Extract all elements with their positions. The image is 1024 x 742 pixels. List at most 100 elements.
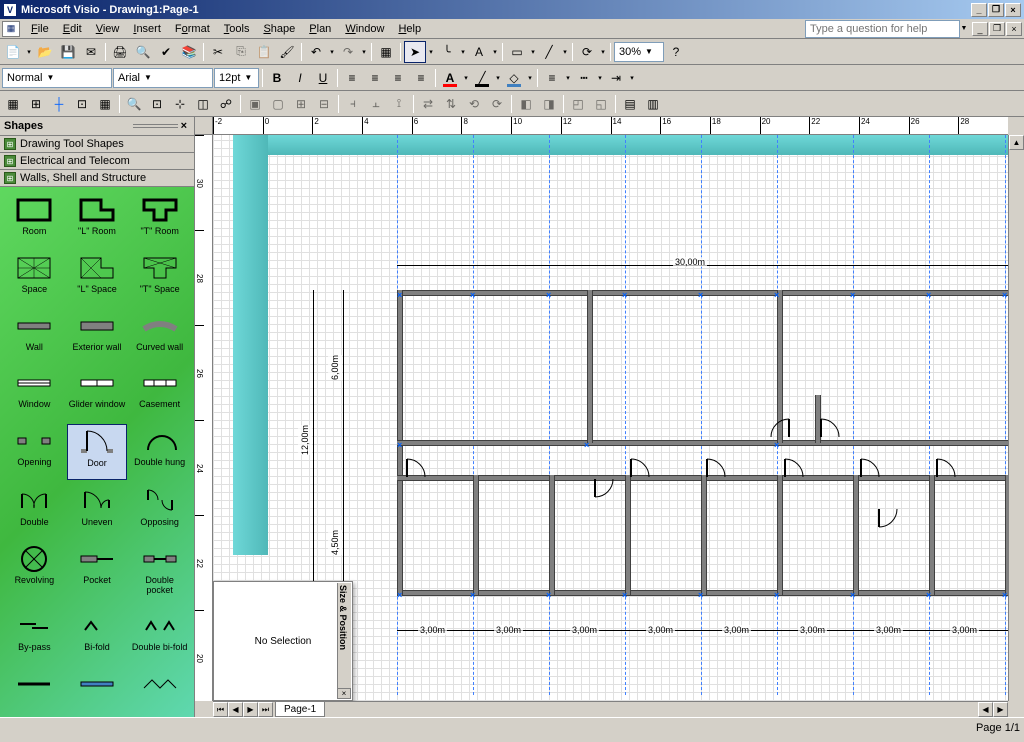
menu-help[interactable]: Help [391, 21, 428, 37]
door-shape[interactable] [703, 455, 733, 483]
print-preview-button[interactable]: 🔍 [132, 41, 154, 63]
connection-point[interactable]: × [774, 440, 780, 446]
shape-t-space[interactable]: "T" Space [129, 251, 190, 305]
drawing-canvas[interactable]: × × × × × × × × × × × × × × × × × × × × … [213, 135, 1008, 701]
wall-segment[interactable] [777, 475, 783, 595]
wall-segment[interactable] [587, 290, 593, 443]
shape-opening[interactable]: Opening [4, 424, 65, 480]
vertical-ruler[interactable]: 302826242220 [195, 135, 213, 701]
scroll-up-button[interactable]: ▲ [1009, 135, 1024, 150]
zoom-in-button[interactable]: 🔍 [123, 93, 145, 115]
page-tab[interactable]: Page-1 [275, 702, 325, 717]
new-button[interactable]: 📄 [2, 41, 24, 63]
connection-point[interactable]: × [397, 290, 403, 296]
align-shapes-button[interactable]: ⫞ [342, 93, 364, 115]
corner-button[interactable]: ◰ [567, 93, 589, 115]
shape-revolving[interactable]: Revolving [4, 542, 65, 606]
shape-casement[interactable]: Casement [129, 366, 190, 420]
guides-toggle-button[interactable]: ┼ [48, 93, 70, 115]
page-next-button[interactable]: ▶ [243, 702, 258, 717]
guide-line[interactable] [701, 135, 702, 695]
shape-l-room[interactable]: "L" Room [67, 193, 128, 247]
connection-point[interactable]: × [698, 290, 704, 296]
scroll-left-button[interactable]: ◀ [978, 702, 993, 717]
connection-point[interactable]: × [926, 590, 932, 596]
shape-room[interactable]: Room [4, 193, 65, 247]
shape-more2[interactable] [67, 667, 128, 711]
menu-edit[interactable]: Edit [56, 21, 89, 37]
help-search-input[interactable] [805, 20, 960, 38]
guide-line[interactable] [549, 135, 550, 695]
shape-curved-wall[interactable]: Curved wall [129, 309, 190, 363]
menu-view[interactable]: View [89, 21, 127, 37]
group-button[interactable]: ⊞ [290, 93, 312, 115]
vertical-scrollbar[interactable]: ▲ ▼ [1008, 135, 1024, 701]
bold-button[interactable]: B [266, 67, 288, 89]
connection-point[interactable]: × [546, 290, 552, 296]
italic-button[interactable]: I [289, 67, 311, 89]
guide-line[interactable] [929, 135, 930, 695]
wall-segment[interactable] [625, 475, 631, 595]
size-position-close-button[interactable]: × [337, 688, 351, 699]
align-justify-button[interactable]: ≡ [410, 67, 432, 89]
door-shape[interactable] [781, 455, 811, 483]
line-color-dropdown-icon[interactable]: ▾ [494, 74, 502, 82]
line-color-button[interactable]: ╱ [471, 67, 493, 89]
ungroup-button[interactable]: ⊟ [313, 93, 335, 115]
snap-button[interactable]: ◫ [192, 93, 214, 115]
save-button[interactable]: 💾 [57, 41, 79, 63]
font-dropdown[interactable]: Arial▼ [113, 68, 213, 88]
redo-dropdown-icon[interactable]: ▾ [360, 48, 368, 56]
door-shape[interactable] [817, 415, 847, 443]
connect-button[interactable]: ⟟ [388, 93, 410, 115]
cut-button[interactable]: ✂ [207, 41, 229, 63]
line-tool-button[interactable]: ╱ [538, 41, 560, 63]
dynamic-grid-button[interactable]: ⊹ [169, 93, 191, 115]
paste-button[interactable]: 📋 [253, 41, 275, 63]
line-weight-arrow[interactable]: ▾ [564, 74, 572, 82]
pan-zoom-button[interactable]: ▦ [2, 93, 24, 115]
wall-segment[interactable] [473, 475, 479, 595]
connection-point[interactable]: × [850, 290, 856, 296]
door-shape[interactable] [933, 455, 963, 483]
connection-point[interactable]: × [850, 590, 856, 596]
page-first-button[interactable]: ⏮ [213, 702, 228, 717]
size-arrow-icon[interactable]: ▼ [244, 73, 252, 82]
send-back-button[interactable]: ▢ [267, 93, 289, 115]
menu-window[interactable]: Window [338, 21, 391, 37]
door-shape[interactable] [627, 455, 657, 483]
layer-button[interactable]: ▦ [94, 93, 116, 115]
mdi-restore-button[interactable]: ❐ [989, 22, 1005, 36]
door-shape[interactable] [875, 505, 905, 533]
rotate-left-button[interactable]: ⟲ [463, 93, 485, 115]
help-search-dropdown[interactable]: ▼ [960, 25, 968, 32]
print-button[interactable]: 🖨 [109, 41, 131, 63]
shape-double[interactable]: Double [4, 484, 65, 538]
spelling-button[interactable]: ✔ [155, 41, 177, 63]
shape-opposing[interactable]: Opposing [129, 484, 190, 538]
line-ends-button[interactable]: ⇥ [605, 67, 627, 89]
shapes-panel-close-button[interactable]: × [178, 120, 190, 132]
shape-glider-window[interactable]: Glider window [67, 366, 128, 420]
align-left-button[interactable]: ≡ [341, 67, 363, 89]
minimize-button[interactable]: _ [971, 3, 987, 17]
scroll-right-button[interactable]: ▶ [993, 702, 1008, 717]
wall-segment[interactable] [853, 475, 859, 595]
underline-button[interactable]: U [312, 67, 334, 89]
rotate-right-button[interactable]: ⟳ [486, 93, 508, 115]
wall-segment[interactable] [397, 440, 1008, 446]
font-color-dropdown-icon[interactable]: ▾ [462, 74, 470, 82]
zoom-window-button[interactable]: ⊡ [146, 93, 168, 115]
shape-l-space[interactable]: "L" Space [67, 251, 128, 305]
shape-door[interactable]: Door [67, 424, 128, 480]
grid-toggle-button[interactable]: ⊞ [25, 93, 47, 115]
shape-pocket[interactable]: Pocket [67, 542, 128, 606]
transparency-button[interactable]: ◱ [590, 93, 612, 115]
text-dropdown-icon[interactable]: ▾ [491, 48, 499, 56]
guide-line[interactable] [853, 135, 854, 695]
glue-button[interactable]: ☍ [215, 93, 237, 115]
page-prev-button[interactable]: ◀ [228, 702, 243, 717]
undo-dropdown-icon[interactable]: ▾ [328, 48, 336, 56]
fill-button[interactable]: ◧ [515, 93, 537, 115]
mdi-minimize-button[interactable]: _ [972, 22, 988, 36]
